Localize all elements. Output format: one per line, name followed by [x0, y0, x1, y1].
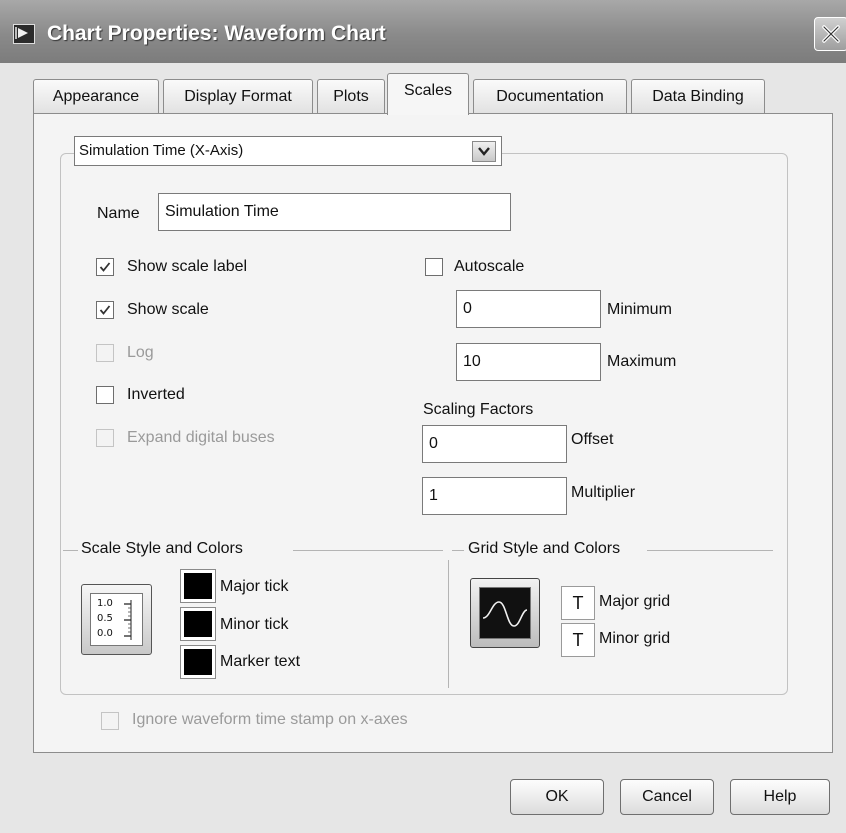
scale-style-separator-right	[293, 550, 443, 551]
chart-properties-dialog: Chart Properties: Waveform Chart Appeara…	[0, 0, 846, 833]
axis-select[interactable]: Simulation Time (X-Axis)	[74, 136, 502, 166]
minor-grid-label: Minor grid	[599, 630, 671, 647]
axis-select-dropdown-button[interactable]	[472, 141, 496, 162]
autoscale-checkbox[interactable]	[425, 258, 443, 276]
major-grid-color-swatch[interactable]: T	[561, 586, 595, 620]
maximum-label: Maximum	[607, 353, 677, 370]
minor-tick-color-swatch[interactable]	[180, 607, 216, 641]
multiplier-input[interactable]: 1	[422, 477, 567, 515]
minor-grid-color-swatch[interactable]: T	[561, 623, 595, 657]
tab-data-binding[interactable]: Data Binding	[631, 79, 765, 113]
section-divider	[448, 560, 449, 688]
scale-style-heading: Scale Style and Colors	[81, 540, 243, 557]
tab-plots[interactable]: Plots	[317, 79, 385, 113]
scale-ticks-icon	[124, 600, 132, 640]
tab-display-format[interactable]: Display Format	[163, 79, 313, 113]
minor-tick-label: Minor tick	[220, 616, 289, 633]
marker-text-color-swatch[interactable]	[180, 645, 216, 679]
expand-digital-buses-label: Expand digital buses	[127, 429, 275, 446]
name-label: Name	[97, 205, 140, 222]
scaling-factors-heading: Scaling Factors	[423, 401, 534, 418]
inverted-label: Inverted	[127, 386, 185, 403]
waveform-icon	[482, 601, 528, 627]
major-tick-label: Major tick	[220, 578, 289, 595]
close-button[interactable]	[814, 17, 846, 51]
grid-style-heading: Grid Style and Colors	[468, 540, 621, 557]
name-input[interactable]: Simulation Time	[158, 193, 511, 231]
axis-settings-group	[60, 153, 788, 695]
maximum-input[interactable]: 10	[456, 343, 601, 381]
show-scale-label-checkbox[interactable]	[96, 258, 114, 276]
grid-style-separator-left	[452, 550, 464, 551]
show-scale-label-text: Show scale	[127, 301, 209, 318]
tab-documentation[interactable]: Documentation	[473, 79, 627, 113]
grid-style-picker[interactable]	[470, 578, 540, 648]
autoscale-label: Autoscale	[454, 258, 525, 275]
title-bar[interactable]: Chart Properties: Waveform Chart	[0, 0, 846, 63]
labview-vi-icon	[13, 24, 35, 44]
multiplier-label: Multiplier	[571, 484, 636, 501]
scale-style-separator-left	[63, 550, 78, 551]
offset-label: Offset	[571, 431, 614, 448]
ignore-timestamp-checkbox	[101, 712, 119, 730]
help-button[interactable]: Help	[730, 779, 830, 815]
minimum-input[interactable]: 0	[456, 290, 601, 328]
grid-style-separator-right	[647, 550, 773, 551]
close-icon	[822, 25, 840, 43]
checkmark-icon	[99, 262, 111, 272]
tab-scales[interactable]: Scales	[387, 73, 469, 115]
scale-style-picker[interactable]: 1.0 0.5 0.0	[81, 584, 152, 655]
expand-digital-buses-checkbox	[96, 429, 114, 447]
marker-text-label: Marker text	[220, 653, 301, 670]
log-label: Log	[127, 344, 154, 361]
offset-input[interactable]: 0	[422, 425, 567, 463]
checkmark-icon	[99, 305, 111, 315]
chevron-down-icon	[478, 147, 490, 156]
preview-tick-label: 0.0	[97, 628, 113, 639]
major-tick-color-swatch[interactable]	[180, 569, 216, 603]
tab-appearance[interactable]: Appearance	[33, 79, 159, 113]
ignore-timestamp-label: Ignore waveform time stamp on x-axes	[132, 711, 408, 728]
grid-style-preview	[479, 587, 531, 639]
log-checkbox	[96, 344, 114, 362]
show-scale-label-label: Show scale label	[127, 258, 248, 275]
scale-style-preview: 1.0 0.5 0.0	[90, 593, 143, 646]
show-scale-checkbox[interactable]	[96, 301, 114, 319]
preview-tick-label: 1.0	[97, 598, 113, 609]
preview-tick-label: 0.5	[97, 613, 113, 624]
cancel-button[interactable]: Cancel	[620, 779, 714, 815]
minimum-label: Minimum	[607, 301, 672, 318]
inverted-checkbox[interactable]	[96, 386, 114, 404]
window-title: Chart Properties: Waveform Chart	[47, 22, 386, 45]
ok-button[interactable]: OK	[510, 779, 604, 815]
major-grid-label: Major grid	[599, 593, 671, 610]
